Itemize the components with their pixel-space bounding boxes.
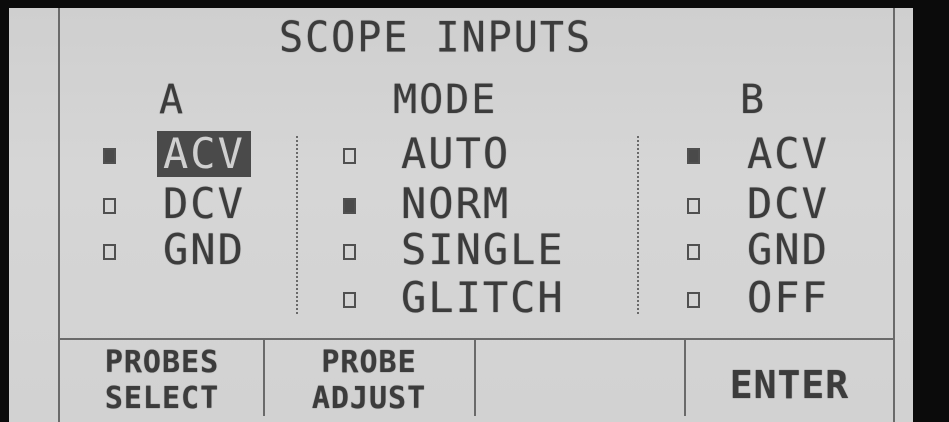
mode-heading: MODE xyxy=(393,77,498,123)
blank-softkey[interactable] xyxy=(477,348,683,414)
softkey-divider-3 xyxy=(684,338,686,416)
channel-a-dcv-checkbox[interactable] xyxy=(103,198,116,214)
channel-b-off-checkbox[interactable] xyxy=(687,292,700,308)
probes-select-softkey[interactable]: PROBES SELECT xyxy=(62,348,262,414)
probe-adjust-softkey[interactable]: PROBE ADJUST xyxy=(266,348,472,414)
channel-a-gnd-option[interactable]: GND xyxy=(163,229,245,271)
mode-norm-checkbox[interactable] xyxy=(343,198,356,214)
channel-b-dcv-checkbox[interactable] xyxy=(687,198,700,214)
channel-a-heading: A xyxy=(159,77,186,123)
channel-b-gnd-checkbox[interactable] xyxy=(687,244,700,260)
enter-softkey[interactable]: ENTER xyxy=(687,366,892,404)
enter-softkey-label: ENTER xyxy=(729,363,850,407)
probes-select-line2: SELECT xyxy=(104,381,220,416)
mode-single-checkbox[interactable] xyxy=(343,244,356,260)
channel-a-dcv-option[interactable]: DCV xyxy=(163,183,245,225)
probe-adjust-line1: PROBE xyxy=(321,345,417,380)
column-separator-right xyxy=(637,136,639,314)
mode-auto-option[interactable]: AUTO xyxy=(401,133,510,175)
channel-a-acv-option[interactable]: ACV xyxy=(157,131,251,177)
softkey-divider-1 xyxy=(263,338,265,416)
channel-b-acv-option[interactable]: ACV xyxy=(747,133,829,175)
mode-norm-option[interactable]: NORM xyxy=(401,183,510,225)
softkey-divider-2 xyxy=(474,338,476,416)
channel-b-gnd-option[interactable]: GND xyxy=(747,229,829,271)
mode-glitch-option[interactable]: GLITCH xyxy=(401,277,565,319)
channel-b-dcv-option[interactable]: DCV xyxy=(747,183,829,225)
probes-select-line1: PROBES xyxy=(104,345,220,380)
mode-glitch-checkbox[interactable] xyxy=(343,292,356,308)
mode-single-option[interactable]: SINGLE xyxy=(401,229,565,271)
column-separator-left xyxy=(296,136,298,314)
channel-a-acv-checkbox[interactable] xyxy=(103,148,116,164)
mode-auto-checkbox[interactable] xyxy=(343,148,356,164)
channel-b-heading: B xyxy=(740,77,767,123)
screen-title: SCOPE INPUTS xyxy=(279,13,592,63)
channel-b-acv-checkbox[interactable] xyxy=(687,148,700,164)
channel-a-gnd-checkbox[interactable] xyxy=(103,244,116,260)
probe-adjust-line2: ADJUST xyxy=(311,381,427,416)
channel-b-off-option[interactable]: OFF xyxy=(747,277,829,319)
